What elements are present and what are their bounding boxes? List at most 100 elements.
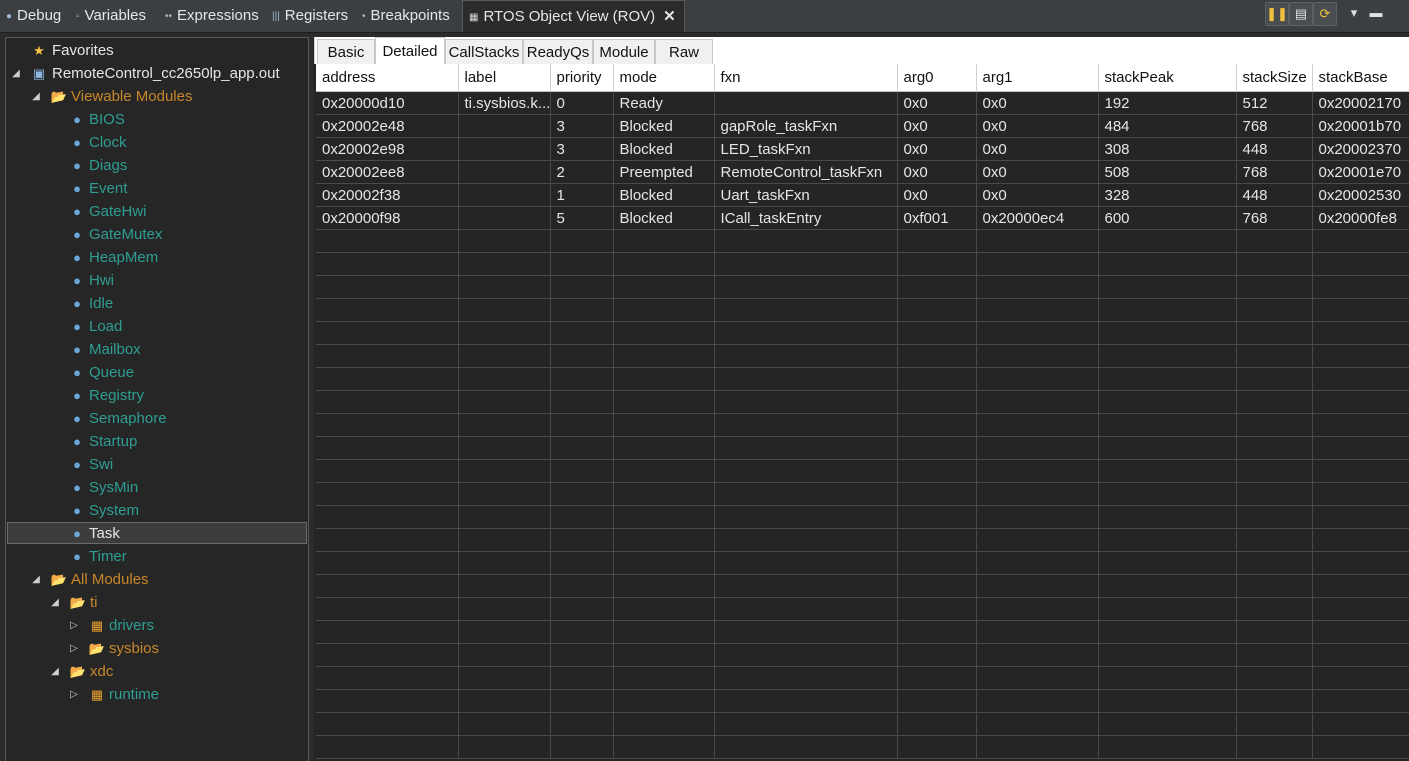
table-cell[interactable]: Preempted bbox=[613, 160, 715, 184]
table-cell[interactable]: 0x20000ec4 bbox=[976, 206, 1099, 230]
table-cell[interactable]: 0x20000fe8 bbox=[1312, 206, 1409, 230]
table-cell[interactable] bbox=[458, 160, 551, 184]
tab-registers[interactable]: ||| Registers bbox=[272, 0, 348, 31]
table-row[interactable]: 0x20002ee8 2 Preempted RemoteControl_taskFx… bbox=[316, 160, 1409, 184]
table-cell[interactable]: 0x20001b70 bbox=[1312, 114, 1409, 138]
table-cell[interactable]: 768 bbox=[1236, 206, 1313, 230]
expand-arrow-icon[interactable]: ◢ bbox=[30, 569, 42, 591]
tab-expressions[interactable]: •• Expressions bbox=[165, 0, 259, 31]
minimize-icon[interactable]: ▬ bbox=[1365, 2, 1387, 24]
tab-basic[interactable]: Basic bbox=[317, 39, 375, 64]
table-cell[interactable]: 0x0 bbox=[976, 91, 1099, 115]
table-cell[interactable]: 0x20000d10 bbox=[316, 91, 459, 115]
table-row[interactable]: 0x20002f38 1 Blocked Uart_taskFxn 0x0 0x0 328 4… bbox=[316, 183, 1409, 207]
table-cell[interactable]: 0x0 bbox=[897, 137, 977, 161]
tab-variables[interactable]: ▫ Variables bbox=[76, 0, 146, 31]
table-cell[interactable]: Blocked bbox=[613, 183, 715, 207]
collapse-arrow-icon[interactable]: ▷ bbox=[68, 638, 80, 660]
view-menu-icon[interactable]: ▾ bbox=[1343, 2, 1365, 24]
table-row[interactable]: 0x20002e48 3 Blocked gapRole_taskFxn 0x0 0x0 4… bbox=[316, 114, 1409, 138]
column-header[interactable]: stackBase bbox=[1312, 64, 1409, 92]
table-cell[interactable]: 484 bbox=[1098, 114, 1237, 138]
column-header[interactable]: stackPeak bbox=[1098, 64, 1237, 92]
table-cell[interactable]: 0x20002ee8 bbox=[316, 160, 459, 184]
refresh-icon[interactable]: ⟳ bbox=[1313, 2, 1337, 26]
table-cell[interactable]: gapRole_taskFxn bbox=[714, 114, 898, 138]
table-cell[interactable]: 0x0 bbox=[976, 114, 1099, 138]
expand-arrow-icon[interactable]: ◢ bbox=[10, 63, 22, 85]
table-row[interactable]: 0x20002e98 3 Blocked LED_taskFxn 0x0 0x0 308 44… bbox=[316, 137, 1409, 161]
table-cell[interactable] bbox=[458, 137, 551, 161]
table-cell[interactable]: 328 bbox=[1098, 183, 1237, 207]
table-cell[interactable]: 1 bbox=[550, 183, 614, 207]
tab-detailed[interactable]: Detailed bbox=[375, 37, 445, 64]
expand-arrow-icon[interactable]: ◢ bbox=[30, 86, 42, 108]
table-cell[interactable]: 2 bbox=[550, 160, 614, 184]
table-cell[interactable]: 192 bbox=[1098, 91, 1237, 115]
table-cell[interactable]: Blocked bbox=[613, 206, 715, 230]
table-row[interactable]: 0x20000f98 5 Blocked ICall_taskEntry 0xf001 0… bbox=[316, 206, 1409, 230]
pause-icon[interactable]: ❚❚ bbox=[1265, 2, 1289, 26]
table-row[interactable]: 0x20000d10 ti.sysbios.k... 0 Ready 0x0 0x0 192… bbox=[316, 91, 1409, 115]
table-cell[interactable] bbox=[714, 91, 898, 115]
table-cell[interactable]: 3 bbox=[550, 114, 614, 138]
table-cell[interactable]: 308 bbox=[1098, 137, 1237, 161]
table-cell[interactable]: 448 bbox=[1236, 183, 1313, 207]
table-cell[interactable]: 0x20002e48 bbox=[316, 114, 459, 138]
collapse-arrow-icon[interactable]: ▷ bbox=[68, 615, 80, 637]
column-header[interactable]: mode bbox=[613, 64, 715, 92]
table-cell[interactable]: Uart_taskFxn bbox=[714, 183, 898, 207]
table-cell[interactable]: 0x20002f38 bbox=[316, 183, 459, 207]
table-cell[interactable]: 0x0 bbox=[976, 183, 1099, 207]
table-cell[interactable] bbox=[458, 183, 551, 207]
table-cell[interactable]: 0x0 bbox=[897, 91, 977, 115]
column-header[interactable]: arg1 bbox=[976, 64, 1099, 92]
expand-arrow-icon[interactable]: ◢ bbox=[49, 661, 61, 683]
table-cell[interactable]: Ready bbox=[613, 91, 715, 115]
column-header[interactable]: arg0 bbox=[897, 64, 977, 92]
table-cell[interactable]: 0x0 bbox=[897, 114, 977, 138]
column-header[interactable]: label bbox=[458, 64, 551, 92]
table-icon[interactable]: ▤ bbox=[1289, 2, 1313, 26]
table-cell[interactable]: ICall_taskEntry bbox=[714, 206, 898, 230]
tab-debug[interactable]: ● Debug bbox=[6, 0, 61, 31]
table-cell[interactable]: 5 bbox=[550, 206, 614, 230]
table-cell[interactable]: ti.sysbios.k... bbox=[458, 91, 551, 115]
table-cell[interactable]: 768 bbox=[1236, 114, 1313, 138]
table-cell[interactable]: 0x0 bbox=[897, 160, 977, 184]
tab-callstacks[interactable]: CallStacks bbox=[445, 39, 523, 64]
column-header[interactable]: priority bbox=[550, 64, 614, 92]
table-cell[interactable]: 0x20002e98 bbox=[316, 137, 459, 161]
table-cell[interactable]: 512 bbox=[1236, 91, 1313, 115]
table-cell[interactable]: 0x20001e70 bbox=[1312, 160, 1409, 184]
column-header[interactable]: fxn bbox=[714, 64, 898, 92]
table-cell[interactable]: 600 bbox=[1098, 206, 1237, 230]
table-cell[interactable]: Blocked bbox=[613, 137, 715, 161]
table-cell[interactable] bbox=[458, 114, 551, 138]
table-cell[interactable]: 3 bbox=[550, 137, 614, 161]
column-header[interactable]: stackSize bbox=[1236, 64, 1313, 92]
close-icon[interactable]: ✕ bbox=[663, 8, 676, 25]
column-header[interactable]: address bbox=[316, 64, 459, 92]
table-cell[interactable]: 0x0 bbox=[897, 183, 977, 207]
table-cell[interactable]: 0x0 bbox=[976, 137, 1099, 161]
table-cell[interactable]: 0x20002530 bbox=[1312, 183, 1409, 207]
table-cell[interactable]: Blocked bbox=[613, 114, 715, 138]
table-cell[interactable]: 0x20002170 bbox=[1312, 91, 1409, 115]
table-cell[interactable]: 768 bbox=[1236, 160, 1313, 184]
collapse-arrow-icon[interactable]: ▷ bbox=[68, 684, 80, 706]
tab-breakpoints[interactable]: • Breakpoints bbox=[362, 0, 450, 31]
table-cell[interactable]: 508 bbox=[1098, 160, 1237, 184]
table-cell[interactable]: 0 bbox=[550, 91, 614, 115]
table-cell[interactable]: 0x20000f98 bbox=[316, 206, 459, 230]
tab-readyqs[interactable]: ReadyQs bbox=[523, 39, 593, 64]
table-cell[interactable] bbox=[458, 206, 551, 230]
tab-module[interactable]: Module bbox=[593, 39, 655, 64]
tab-rov[interactable]: ▦ RTOS Object View (ROV) ✕ bbox=[462, 0, 685, 32]
table-cell[interactable]: 0x20002370 bbox=[1312, 137, 1409, 161]
table-cell[interactable]: 0x0 bbox=[976, 160, 1099, 184]
tab-raw[interactable]: Raw bbox=[655, 39, 713, 64]
table-cell[interactable]: LED_taskFxn bbox=[714, 137, 898, 161]
expand-arrow-icon[interactable]: ◢ bbox=[49, 592, 61, 614]
table-cell[interactable]: RemoteControl_taskFxn bbox=[714, 160, 898, 184]
